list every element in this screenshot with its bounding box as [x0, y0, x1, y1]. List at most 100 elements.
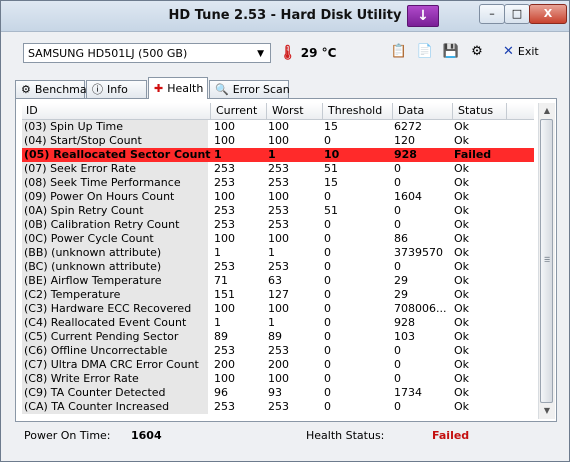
- table-row[interactable]: (BC) (unknown attribute) 253 253 0 0 Ok: [22, 260, 534, 274]
- worst-value: 100: [268, 372, 289, 385]
- current-value: 100: [214, 302, 235, 315]
- table-row[interactable]: (07) Seek Error Rate 253 253 51 0 Ok: [22, 162, 534, 176]
- worst-value: 100: [268, 302, 289, 315]
- table-row[interactable]: (09) Power On Hours Count 100 100 0 1604 Ok: [22, 190, 534, 204]
- current-value: 151: [214, 288, 235, 301]
- table-row[interactable]: (08) Seek Time Performance 253 253 15 0 Ok: [22, 176, 534, 190]
- tab-health[interactable]: ✚ Health: [148, 77, 208, 99]
- table-row[interactable]: (BE) Airflow Temperature 71 63 0 29 Ok: [22, 274, 534, 288]
- table-row[interactable]: (C3) Hardware ECC Recovered 100 100 0 708006…: [22, 302, 534, 316]
- options-icon[interactable]: ⚙: [467, 42, 487, 62]
- table-row[interactable]: (C6) Offline Uncorrectable 253 253 0 0 Ok: [22, 344, 534, 358]
- worst-value: 1: [268, 316, 275, 329]
- table-row[interactable]: (BB) (unknown attribute) 1 1 0 3739570 Ok: [22, 246, 534, 260]
- tab-label: Error Scan: [232, 83, 290, 96]
- health-icon: ✚: [154, 82, 164, 95]
- drive-select[interactable]: SAMSUNG HD501LJ (500 GB) ▼: [23, 43, 271, 63]
- worst-value: 1: [268, 246, 275, 259]
- tab-info[interactable]: ⓘ Info: [86, 80, 147, 98]
- threshold-value: 51: [324, 204, 338, 217]
- data-value: 0: [394, 204, 401, 217]
- threshold-value: 0: [324, 260, 331, 273]
- table-row[interactable]: (C5) Current Pending Sector 89 89 0 103 Ok: [22, 330, 534, 344]
- table-row[interactable]: (0B) Calibration Retry Count 253 253 0 0 Ok: [22, 218, 534, 232]
- status-value: Ok: [454, 288, 470, 301]
- table-row[interactable]: (C7) Ultra DMA CRC Error Count 200 200 0 0 Ok: [22, 358, 534, 372]
- error-scan-icon: 🔍: [215, 83, 229, 96]
- column-header-worst[interactable]: Worst: [272, 104, 304, 117]
- tab-error-scan[interactable]: 🔍 Error Scan: [209, 80, 290, 98]
- data-value: 29: [394, 274, 408, 287]
- current-value: 253: [214, 218, 235, 231]
- current-value: 100: [214, 120, 235, 133]
- current-value: 253: [214, 162, 235, 175]
- status-value: Ok: [454, 386, 470, 399]
- drive-select-value: SAMSUNG HD501LJ (500 GB): [28, 47, 188, 60]
- exit-button[interactable]: ✕ Exit: [503, 42, 553, 62]
- status-value: Ok: [454, 274, 470, 287]
- minimize-button[interactable]: –: [479, 4, 505, 24]
- title-bar[interactable]: HD Tune 2.53 - Hard Disk Utility ↓ – □ X: [1, 1, 569, 32]
- current-value: 71: [214, 274, 228, 287]
- column-header-threshold[interactable]: Threshold: [328, 104, 382, 117]
- info-icon: ⓘ: [92, 83, 103, 96]
- status-value: Failed: [454, 148, 492, 161]
- threshold-value: 0: [324, 302, 331, 315]
- grip-icon: ☰: [544, 256, 551, 264]
- threshold-value: 0: [324, 218, 331, 231]
- save-icon[interactable]: 💾: [441, 42, 461, 62]
- threshold-value: 0: [324, 232, 331, 245]
- column-header-status[interactable]: Status: [458, 104, 493, 117]
- vertical-scrollbar[interactable]: ▲ ☰ ▼: [538, 103, 555, 419]
- column-header-id[interactable]: ID: [26, 104, 38, 117]
- table-row[interactable]: (C4) Reallocated Event Count 1 1 0 928 Ok: [22, 316, 534, 330]
- table-row[interactable]: (C8) Write Error Rate 100 100 0 0 Ok: [22, 372, 534, 386]
- current-value: 96: [214, 386, 228, 399]
- table-row[interactable]: (C9) TA Counter Detected 96 93 0 1734 Ok: [22, 386, 534, 400]
- close-button[interactable]: X: [529, 4, 567, 24]
- status-value: Ok: [454, 344, 470, 357]
- exit-icon: ✕: [503, 44, 514, 59]
- column-header-data[interactable]: Data: [398, 104, 424, 117]
- copy-screenshot-icon[interactable]: 📄: [415, 42, 435, 62]
- column-header-current[interactable]: Current: [216, 104, 257, 117]
- health-status-label: Health Status:: [306, 429, 385, 442]
- table-row[interactable]: (0C) Power Cycle Count 100 100 0 86 Ok: [22, 232, 534, 246]
- table-row[interactable]: (C2) Temperature 151 127 0 29 Ok: [22, 288, 534, 302]
- worst-value: 63: [268, 274, 282, 287]
- status-value: Ok: [454, 162, 470, 175]
- table-row[interactable]: (CA) TA Counter Increased 253 253 0 0 Ok: [22, 400, 534, 414]
- table-row[interactable]: (0A) Spin Retry Count 253 253 51 0 Ok: [22, 204, 534, 218]
- table-row-failed[interactable]: (05) Reallocated Sector Count 1 1 10 928 Fail…: [22, 148, 534, 162]
- data-value: 0: [394, 372, 401, 385]
- maximize-button[interactable]: □: [504, 4, 530, 24]
- scroll-thumb[interactable]: ☰: [540, 119, 553, 403]
- threshold-value: 15: [324, 120, 338, 133]
- table-row[interactable]: (04) Start/Stop Count 100 100 0 120 Ok: [22, 134, 534, 148]
- scroll-down-icon[interactable]: ▼: [539, 403, 555, 419]
- attribute-id: (BC) (unknown attribute): [22, 260, 208, 274]
- status-value: Ok: [454, 134, 470, 147]
- table-row[interactable]: (03) Spin Up Time 100 100 15 6272 Ok: [22, 120, 534, 134]
- tab-label: Info: [107, 83, 128, 96]
- download-icon[interactable]: ↓: [407, 5, 439, 27]
- status-value: Ok: [454, 218, 470, 231]
- current-value: 1: [214, 148, 222, 161]
- status-value: Ok: [454, 246, 470, 259]
- threshold-value: 0: [324, 400, 331, 413]
- copy-icon[interactable]: 📋: [389, 42, 409, 62]
- attribute-id: (0B) Calibration Retry Count: [22, 218, 208, 232]
- attribute-id: (C2) Temperature: [22, 288, 208, 302]
- status-value: Ok: [454, 316, 470, 329]
- worst-value: 200: [268, 358, 289, 371]
- data-value: 0: [394, 358, 401, 371]
- data-value: 928: [394, 316, 415, 329]
- worst-value: 253: [268, 218, 289, 231]
- scroll-up-icon[interactable]: ▲: [539, 103, 555, 119]
- worst-value: 100: [268, 190, 289, 203]
- tab-label: Health: [167, 82, 204, 95]
- tab-benchmark[interactable]: ⚙ Benchmark: [15, 80, 98, 98]
- attribute-id: (C8) Write Error Rate: [22, 372, 208, 386]
- data-value: 1604: [394, 190, 422, 203]
- benchmark-icon: ⚙: [21, 83, 31, 96]
